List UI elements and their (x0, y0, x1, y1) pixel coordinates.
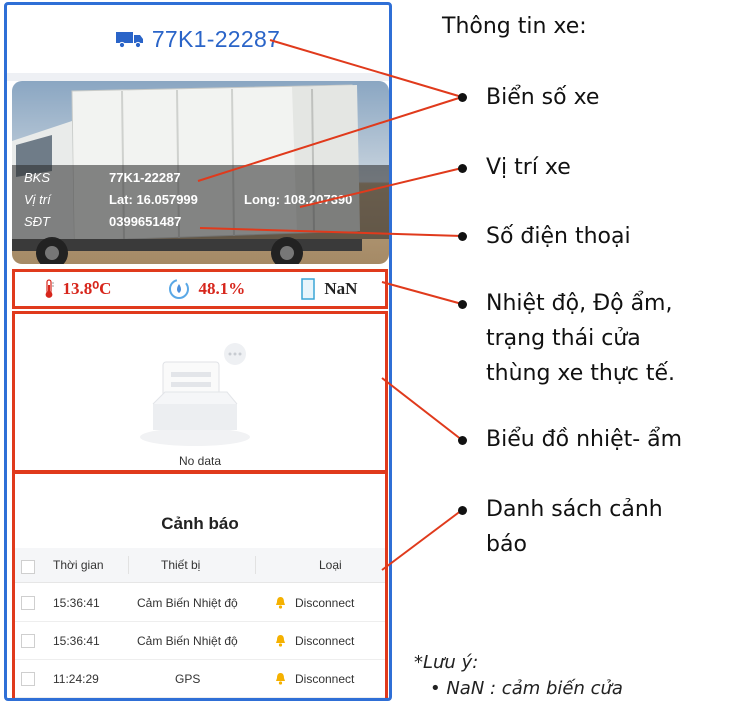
annotation-phone: Số điện thoại (486, 224, 631, 249)
bullet-dot (458, 232, 467, 241)
note-item: • NaN : cảm biến cửa (430, 678, 623, 699)
bullet-dot (458, 436, 467, 445)
annotation-sensors-line-3: thùng xe thực tế. (486, 361, 676, 386)
annotation-location: Vị trí xe (486, 155, 571, 180)
bullet-dot (458, 164, 467, 173)
bullet-dot (458, 93, 467, 102)
bullet-dot (458, 300, 467, 309)
annotation-sensors-line-2: trạng thái cửa (486, 326, 641, 351)
annotation-chart: Biểu đồ nhiệt- ẩm (486, 427, 683, 452)
annotation-alerts-line-1: Danh sách cảnh (486, 497, 663, 522)
bullet-dot (458, 506, 467, 515)
annotation-heading: Thông tin xe: (442, 14, 587, 39)
note-heading: *Lưu ý: (414, 652, 479, 673)
annotation-sensors-line-1: Nhiệt độ, Độ ẩm, (486, 291, 673, 316)
annotation-plate: Biển số xe (486, 85, 600, 110)
annotation-alerts-line-2: báo (486, 532, 527, 557)
